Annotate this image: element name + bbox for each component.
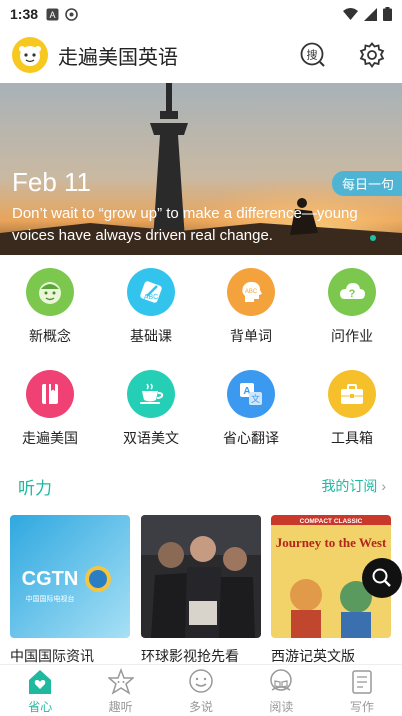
search-icon: 搜 [300, 42, 325, 67]
mascot-icon [19, 46, 41, 66]
tab-qu-ting[interactable]: 趣听 [80, 665, 160, 716]
banner-quote: Don’t wait to “grow up” to make a differ… [12, 205, 358, 244]
tab-yue-du[interactable]: 阅读 [241, 665, 321, 716]
daily-sentence-badge[interactable]: 每日一句 [331, 171, 402, 196]
card-title: 环球影视抢先看 [141, 648, 239, 664]
daily-sentence-banner[interactable]: Feb 11 每日一句 Don’t wait to “grow up” to m… [0, 83, 402, 255]
my-subscriptions-link[interactable]: 我的订阅 › [321, 476, 386, 496]
cloud-question-icon: ? [328, 268, 376, 316]
search-button-label: 搜 [307, 48, 318, 62]
carousel-indicator [370, 235, 376, 241]
brush-icon: ABC [127, 268, 175, 316]
open-book-icon [270, 669, 293, 691]
grid-label: 双语美文 [123, 430, 179, 446]
card-movies[interactable]: 环球影视抢先看 [141, 515, 261, 664]
grid-item-translation[interactable]: A文 省心翻译 [201, 370, 301, 448]
app-header: 走遍美国英语 搜 [0, 28, 402, 82]
head-icon: ABC [227, 268, 275, 316]
home-heart-icon [29, 670, 52, 694]
toolbox-icon [328, 370, 376, 418]
chevron-right-icon: › [381, 478, 386, 494]
sync-icon [65, 7, 78, 21]
gear-icon [359, 42, 385, 69]
app-title: 走遍美国英语 [58, 46, 178, 69]
status-bar: 1:38 A [0, 0, 402, 28]
grid-label: 工具箱 [331, 430, 373, 446]
star-face-icon [107, 668, 134, 695]
svg-text:A: A [50, 10, 56, 20]
bottom-tab-bar: 省心 趣听 多说 阅读 写作 [0, 664, 402, 716]
wifi-icon [343, 7, 358, 20]
grid-label: 走遍美国 [22, 430, 78, 446]
grid-item-new-concept[interactable]: 新概念 [0, 268, 100, 346]
card-thumbnail: CGTN 中国国际电视台 [10, 515, 130, 638]
svg-text:中国国际电视台: 中国国际电视台 [26, 594, 75, 603]
settings-button[interactable] [357, 40, 387, 70]
grid-item-basic-course[interactable]: ABC 基础课 [101, 268, 201, 346]
book-title-text: Journey to the West [276, 535, 387, 550]
section-title: 听力 [18, 479, 52, 498]
grid-item-vocabulary[interactable]: ABC 背单词 [201, 268, 301, 346]
tab-xie-zuo[interactable]: 写作 [322, 665, 402, 716]
grid-label: 省心翻译 [223, 430, 279, 446]
note-icon [352, 670, 372, 694]
grid-label: 基础课 [130, 328, 172, 344]
svg-text:ABC: ABC [144, 294, 158, 301]
svg-text:ABC: ABC [245, 289, 258, 295]
listening-section-header: 听力 我的订阅 › [0, 470, 402, 500]
svg-text:COMPACT CLASSIC: COMPACT CLASSIC [300, 518, 363, 525]
card-title: 中国国际资讯 [10, 648, 94, 664]
tab-duo-shuo[interactable]: 多说 [161, 665, 241, 716]
search-button[interactable]: 搜 [298, 40, 328, 70]
svg-text:文: 文 [251, 393, 260, 405]
banner-date: Feb 11 [12, 167, 92, 197]
grid-label: 背单词 [230, 328, 272, 344]
svg-text:?: ? [349, 288, 356, 300]
face-icon [26, 268, 74, 316]
grid-item-across-america[interactable]: 走遍美国 [0, 370, 100, 448]
tab-label: 阅读 [269, 700, 294, 714]
tab-label: 趣听 [108, 700, 133, 714]
my-subscriptions-label: 我的订阅 [321, 478, 378, 494]
notification-a-icon: A [46, 8, 59, 20]
tab-label: 多说 [189, 700, 214, 714]
avatar[interactable] [12, 37, 48, 73]
status-time: 1:38 [10, 6, 39, 22]
grid-item-toolbox[interactable]: 工具箱 [302, 370, 402, 448]
smile-bubble-icon [189, 669, 213, 693]
floating-search-button[interactable] [362, 558, 402, 598]
grid-label: 问作业 [331, 328, 373, 344]
grid-item-bilingual-essays[interactable]: 双语美文 [101, 370, 201, 448]
grid-item-homework[interactable]: ? 问作业 [302, 268, 402, 346]
translate-icon: A文 [227, 370, 275, 418]
card-cgtn[interactable]: CGTN 中国国际电视台 中国国际资讯 [10, 515, 130, 664]
card-title: 西游记英文版 [271, 648, 355, 664]
grid-label: 新概念 [29, 328, 71, 344]
tab-shengxin[interactable]: 省心 [0, 665, 80, 716]
cup-icon [127, 370, 175, 418]
cgtn-logo-text: CGTN [22, 568, 79, 590]
tab-label: 写作 [349, 700, 374, 714]
tab-label: 省心 [28, 700, 53, 714]
signal-icon [364, 7, 377, 21]
card-thumbnail [141, 515, 261, 638]
book-icon [26, 370, 74, 418]
search-icon [372, 568, 391, 587]
battery-icon [383, 7, 392, 21]
